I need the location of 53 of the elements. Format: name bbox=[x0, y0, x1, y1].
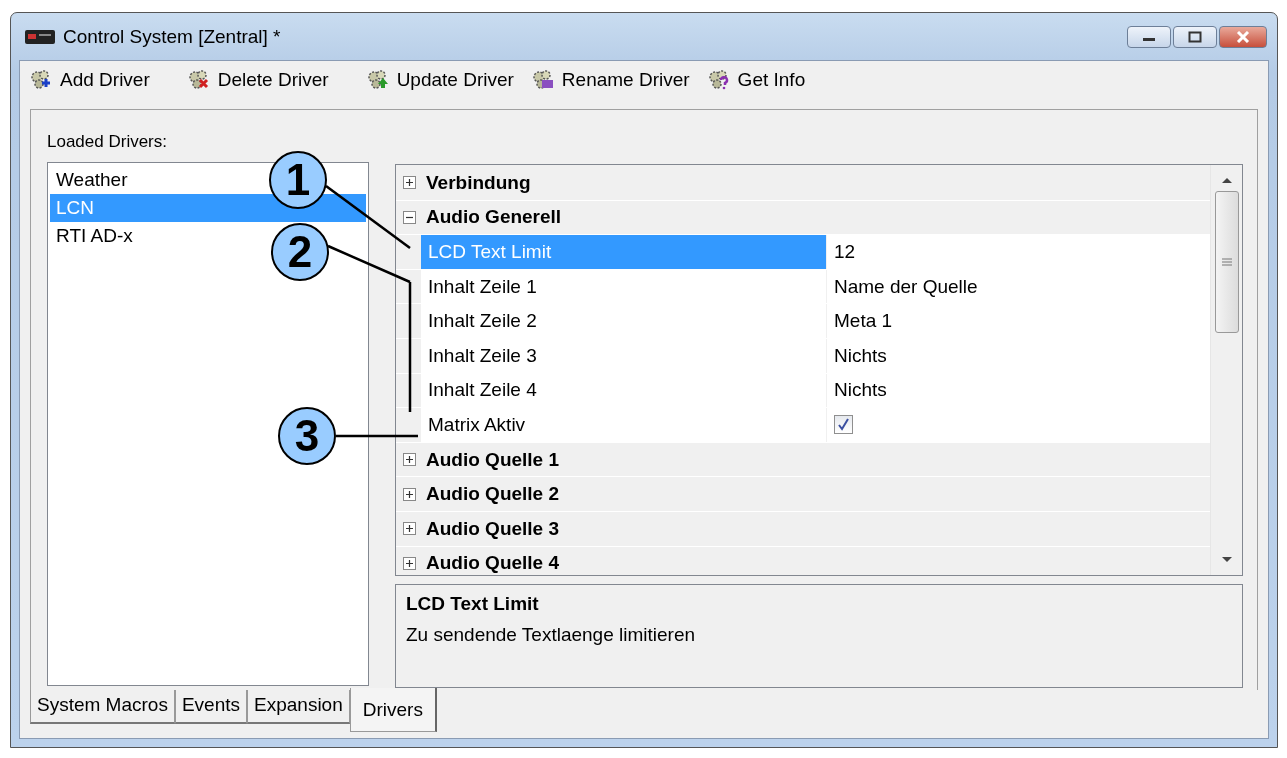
tab[interactable]: Drivers bbox=[349, 688, 437, 732]
category-label: Audio Quelle 4 bbox=[426, 552, 560, 575]
gears-icon bbox=[531, 69, 556, 91]
tab[interactable]: Expansion bbox=[247, 690, 350, 724]
tab[interactable]: System Macros bbox=[30, 690, 175, 724]
scroll-up-icon[interactable] bbox=[1220, 175, 1233, 185]
tab[interactable]: Events bbox=[174, 690, 247, 724]
collapse-icon[interactable] bbox=[403, 210, 416, 224]
expand-icon[interactable] bbox=[403, 453, 416, 467]
scroll-down-icon[interactable] bbox=[1220, 555, 1233, 565]
gears-icon bbox=[366, 69, 391, 91]
maximize-button[interactable] bbox=[1173, 25, 1217, 48]
property-value[interactable]: 12 bbox=[827, 235, 1210, 269]
expand-icon[interactable] bbox=[403, 176, 416, 190]
app-icon bbox=[25, 28, 55, 45]
grip-icon bbox=[1221, 257, 1232, 267]
expand-icon[interactable] bbox=[403, 556, 416, 570]
category-label: Verbindung bbox=[426, 171, 531, 194]
callout-marker: 3 bbox=[278, 407, 336, 465]
minimize-button[interactable] bbox=[1127, 25, 1171, 48]
property-name[interactable]: Inhalt Zeile 1 bbox=[421, 269, 827, 304]
window-title: Control System [Zentral] * bbox=[63, 25, 281, 48]
checkbox[interactable] bbox=[834, 415, 853, 435]
callout-marker: 1 bbox=[269, 151, 327, 209]
property-value[interactable]: Nichts bbox=[827, 338, 1210, 373]
driver-item[interactable]: Weather bbox=[56, 169, 128, 190]
driver-item[interactable]: RTI AD-x bbox=[56, 225, 133, 246]
toolbar-button[interactable]: Get Info bbox=[703, 67, 810, 93]
maximize-icon bbox=[1188, 30, 1202, 43]
expand-icon[interactable] bbox=[403, 487, 416, 501]
description-title: LCD Text Limit bbox=[406, 593, 540, 615]
property-name[interactable]: Inhalt Zeile 3 bbox=[421, 338, 827, 373]
category-label: Audio Quelle 3 bbox=[426, 517, 560, 540]
expand-icon[interactable] bbox=[403, 522, 416, 536]
toolbar-button[interactable]: Rename Driver bbox=[527, 67, 694, 93]
category-label: Audio Generell bbox=[426, 206, 562, 229]
scrollbar[interactable] bbox=[1210, 165, 1242, 575]
list-label: Loaded Drivers: bbox=[47, 132, 168, 152]
category-label: Audio Quelle 2 bbox=[426, 483, 560, 506]
property-value[interactable]: Name der Quelle bbox=[827, 269, 1210, 304]
close-icon bbox=[1235, 30, 1251, 43]
callout-marker: 2 bbox=[271, 223, 329, 281]
toolbar-button[interactable]: Add Driver bbox=[26, 67, 154, 93]
property-name[interactable]: Inhalt Zeile 4 bbox=[421, 373, 827, 408]
property-value[interactable]: Nichts bbox=[827, 373, 1210, 408]
category-label: Audio Quelle 1 bbox=[426, 448, 560, 471]
close-button[interactable] bbox=[1219, 25, 1267, 48]
property-name[interactable]: Inhalt Zeile 2 bbox=[421, 304, 827, 338]
toolbar-button[interactable]: Update Driver bbox=[362, 67, 518, 93]
property-value[interactable]: Meta 1 bbox=[827, 304, 1210, 338]
toolbar-button[interactable]: Delete Driver bbox=[183, 67, 333, 93]
property-name[interactable]: Matrix Aktiv bbox=[421, 408, 827, 442]
description-text: Zu sendende Textlaenge limitieren bbox=[406, 624, 697, 646]
